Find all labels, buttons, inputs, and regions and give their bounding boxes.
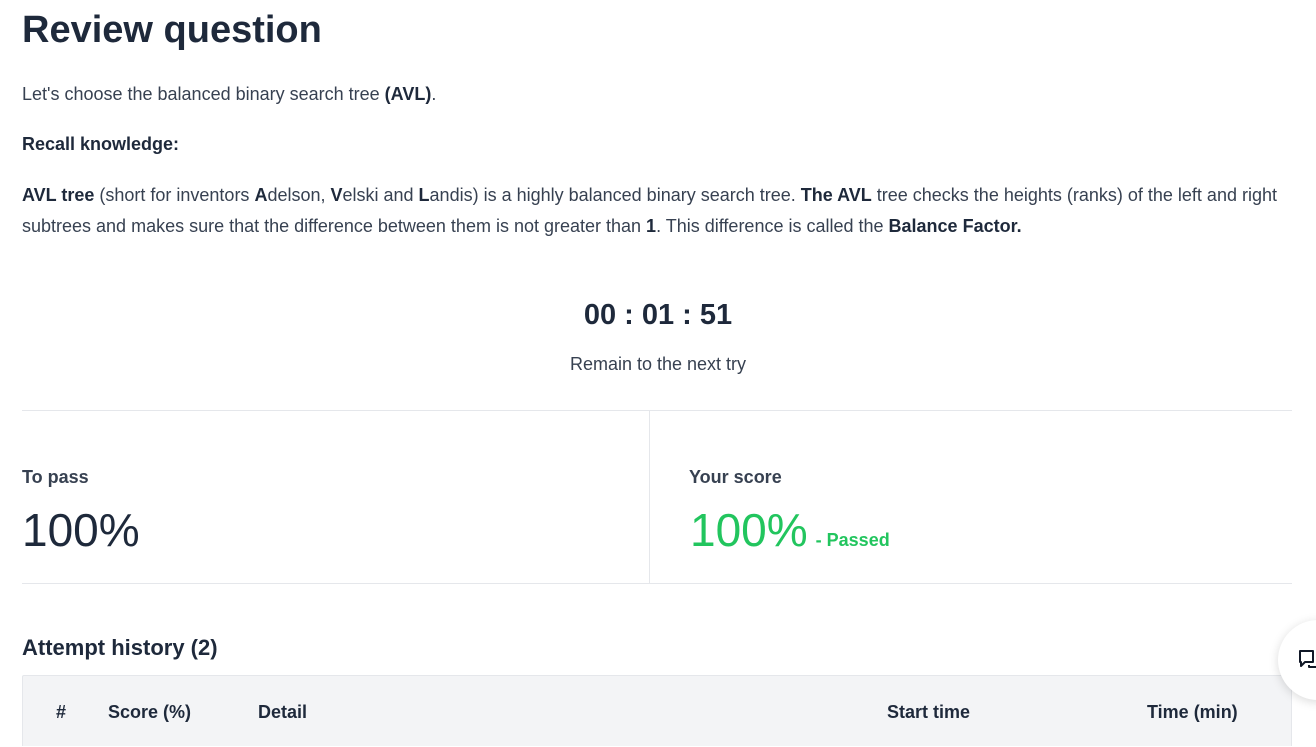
knowledge-paragraph: AVL tree (short for inventors Adelson, V…: [22, 180, 1292, 241]
kp-13: Balance Factor.: [888, 215, 1022, 236]
kp-2: (short for inventors: [94, 185, 255, 205]
kp-1: AVL tree: [22, 185, 95, 205]
to-pass-label: To pass: [22, 467, 89, 487]
timer-caption: Remain to the next try: [569, 354, 747, 374]
your-score-value: 100%: [690, 504, 808, 556]
column-score: Score (%): [108, 702, 192, 722]
attempt-history-title: Attempt history (2): [22, 635, 218, 660]
intro-main: Let's choose the balanced binary search …: [22, 84, 385, 104]
page-title: Review question: [22, 9, 322, 51]
recall-heading: Recall knowledge:: [22, 134, 180, 154]
intro-end: .: [431, 84, 437, 104]
kp-3: A: [254, 185, 268, 205]
kp-11: 1: [646, 215, 657, 236]
intro-text: Let's choose the balanced binary search …: [22, 82, 436, 106]
column-start-time: Start time: [887, 702, 971, 722]
score-divider: [649, 411, 650, 583]
kp-5: V: [330, 185, 343, 205]
passed-status: - Passed: [815, 530, 890, 550]
intro-bold: (AVL): [384, 84, 432, 104]
kp-4: delson,: [267, 185, 331, 205]
kp-9: The AVL: [800, 185, 872, 205]
kp-7: L: [418, 185, 430, 205]
kp-12: . This difference is called the: [656, 215, 889, 236]
page: Review question Let's choose the balance…: [0, 0, 1316, 747]
column-index: #: [56, 702, 67, 722]
chat-icon: [1299, 650, 1316, 668]
attempt-table-header: # Score (%) Detail Start time Time (min): [22, 675, 1292, 746]
countdown-timer: 00 : 01 : 51: [583, 299, 733, 331]
score-panel: To pass 100% Your score 100% - Passed: [22, 410, 1292, 584]
your-score-row: 100% - Passed: [690, 503, 890, 567]
column-time: Time (min): [1147, 702, 1238, 722]
kp-6: elski and: [342, 185, 419, 205]
to-pass-value: 100%: [22, 504, 140, 556]
column-detail: Detail: [258, 702, 308, 722]
your-score-label: Your score: [689, 467, 782, 487]
kp-8: andis) is a highly balanced binary searc…: [429, 185, 801, 205]
